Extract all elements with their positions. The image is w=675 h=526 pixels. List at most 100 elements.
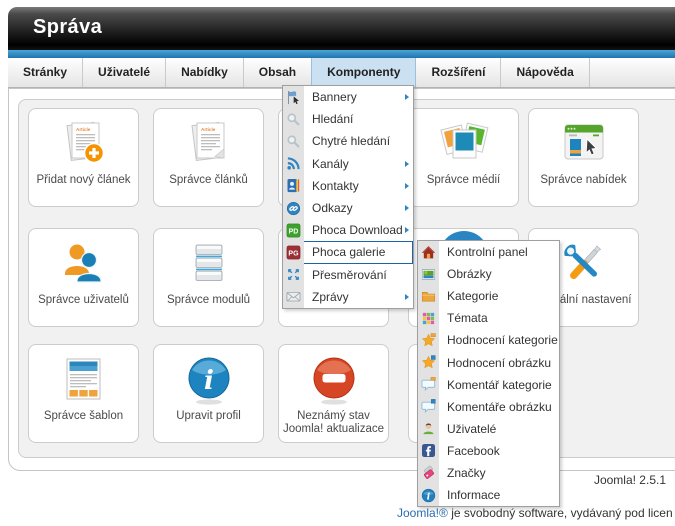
dropdown-item-zpravy[interactable]: Zprávy [283, 286, 413, 308]
tile-label: Přidat nový článek [29, 174, 138, 187]
feed-icon [286, 156, 301, 171]
dropdown-item-hledani[interactable]: Hledání [283, 108, 413, 130]
joomla-version-label: Joomla! 2.5.1 [594, 473, 666, 487]
submenu-arrow-icon [405, 94, 409, 100]
menu-item-nabidky[interactable]: Nabídky [166, 58, 244, 87]
tile-spravce-modulu[interactable]: Správce modulů [153, 228, 264, 327]
links-icon [286, 201, 301, 216]
tile-spravce-sablon[interactable]: Správce šablon [28, 344, 139, 443]
redirect-icon [286, 267, 301, 282]
submenu-item-temata[interactable]: Témata [418, 307, 559, 329]
phoca-download-icon: PD [286, 223, 301, 238]
tile-spravce-clanku[interactable]: Article Správce článků [153, 108, 264, 207]
modules-icon [182, 237, 236, 291]
comment-image-icon [421, 399, 436, 414]
menu-item-komponenty[interactable]: Komponenty [311, 58, 416, 87]
profile-info-icon: i [182, 353, 236, 407]
page-title: Správa [33, 16, 102, 39]
config-icon [557, 237, 611, 291]
license-text: je svobodný software, vydávaný pod licen [448, 506, 673, 520]
submenu-arrow-icon [405, 227, 409, 233]
star-image-icon [421, 355, 436, 370]
submenu-item-obrazky[interactable]: Obrázky [418, 263, 559, 285]
dropdown-item-phoca-galerie[interactable]: PG Phoca galerie [283, 241, 413, 263]
menu-item-rozsireni[interactable]: Rozšíření [416, 58, 501, 87]
menu-item-uzivatele[interactable]: Uživatelé [83, 58, 166, 87]
image-icon [421, 267, 436, 282]
submenu-item-hodnoceni-kategorie[interactable]: Hodnocení kategorie [418, 329, 559, 351]
tile-label: Správce médií [409, 174, 518, 187]
header-blue-strip [8, 50, 675, 58]
submenu-item-kategorie[interactable]: Kategorie [418, 285, 559, 307]
tag-icon [421, 465, 436, 480]
search-icon [286, 112, 301, 127]
tile-spravce-medii[interactable]: Správce médií [408, 108, 519, 207]
search-icon [286, 134, 301, 149]
license-line: Joomla!® je svobodný software, vydávaný … [397, 506, 673, 520]
submenu-item-kontrolni-panel[interactable]: Kontrolní panel [418, 241, 559, 263]
menus-icon [557, 117, 611, 171]
tile-label: Správce článků [154, 174, 263, 187]
svg-text:i: i [427, 492, 430, 502]
users-icon [57, 237, 111, 291]
submenu-arrow-icon [405, 294, 409, 300]
contacts-icon [286, 178, 301, 193]
joomla-admin-window: Správa Stránky Uživatelé Nabídky Obsah K… [0, 0, 675, 526]
dropdown-item-kontakty[interactable]: Kontakty [283, 175, 413, 197]
update-unknown-icon [307, 353, 361, 407]
joomla-license-link[interactable]: Joomla!® [397, 506, 448, 520]
tile-label: Správce modulů [154, 294, 263, 307]
dropdown-item-phoca-download[interactable]: PD Phoca Download [283, 219, 413, 241]
menu-item-napoveda[interactable]: Nápověda [501, 58, 589, 87]
banners-icon [286, 90, 301, 105]
tile-label: Neznámý stav Joomla! aktualizace [279, 410, 388, 436]
tile-label: Správce uživatelů [29, 294, 138, 307]
dropdown-item-presmerovani[interactable]: Přesměrování [283, 264, 413, 286]
submenu-item-komentare-obrazku[interactable]: Komentáře obrázku [418, 396, 559, 418]
tile-spravce-nabidek[interactable]: Správce nabídek [528, 108, 639, 207]
dropdown-item-chytre-hledani[interactable]: Chytré hledání [283, 130, 413, 152]
messages-icon [286, 289, 301, 304]
submenu-item-facebook[interactable]: Facebook [418, 440, 559, 462]
home-icon [421, 245, 436, 260]
submenu-item-hodnoceni-obrazku[interactable]: Hodnocení obrázku [418, 351, 559, 373]
komponenty-dropdown: Bannery Hledání Chytré hledání Kanály Ko… [282, 85, 414, 309]
submenu-item-komentar-kategorie[interactable]: Komentář kategorie [418, 374, 559, 396]
menu-item-obsah[interactable]: Obsah [244, 58, 312, 87]
tile-spravce-uzivatelu[interactable]: Správce uživatelů [28, 228, 139, 327]
facebook-icon [421, 443, 436, 458]
submenu-item-znacky[interactable]: Značky [418, 462, 559, 484]
svg-text:PD: PD [289, 228, 299, 235]
tile-label: Upravit profil [154, 410, 263, 423]
tile-pridat-novy-clanek[interactable]: Article Přidat nový článek [28, 108, 139, 207]
svg-text:Article: Article [201, 127, 216, 132]
tile-neznamy-stav-aktualizace[interactable]: Neznámý stav Joomla! aktualizace [278, 344, 389, 443]
tile-label: Správce nabídek [529, 174, 638, 187]
svg-text:i: i [204, 366, 214, 396]
tile-label: Správce šablon [29, 410, 138, 423]
svg-text:PG: PG [288, 251, 299, 258]
main-menubar: Stránky Uživatelé Nabídky Obsah Komponen… [8, 58, 675, 88]
phoca-galerie-submenu: Kontrolní panel Obrázky Kategorie Témata… [417, 240, 560, 507]
folder-icon [421, 289, 436, 304]
dropdown-item-kanaly[interactable]: Kanály [283, 153, 413, 175]
submenu-arrow-icon [405, 205, 409, 211]
dropdown-item-odkazy[interactable]: Odkazy [283, 197, 413, 219]
templates-icon [57, 353, 111, 407]
media-icon [437, 117, 491, 171]
themes-grid-icon [421, 311, 436, 326]
submenu-item-uzivatele[interactable]: Uživatelé [418, 418, 559, 440]
phoca-gallery-icon: PG [286, 245, 301, 260]
dropdown-item-bannery[interactable]: Bannery [283, 86, 413, 108]
comment-category-icon [421, 377, 436, 392]
admin-header-bar: Správa [8, 7, 675, 50]
user-icon [421, 421, 436, 436]
info-icon: i [421, 488, 436, 503]
article-icon: Article [182, 117, 236, 171]
svg-text:Article: Article [76, 127, 91, 132]
tile-upravit-profil[interactable]: i Upravit profil [153, 344, 264, 443]
menu-item-stranky[interactable]: Stránky [8, 58, 83, 87]
article-add-icon: Article [57, 117, 111, 171]
submenu-item-informace[interactable]: i Informace [418, 484, 559, 506]
submenu-arrow-icon [405, 183, 409, 189]
